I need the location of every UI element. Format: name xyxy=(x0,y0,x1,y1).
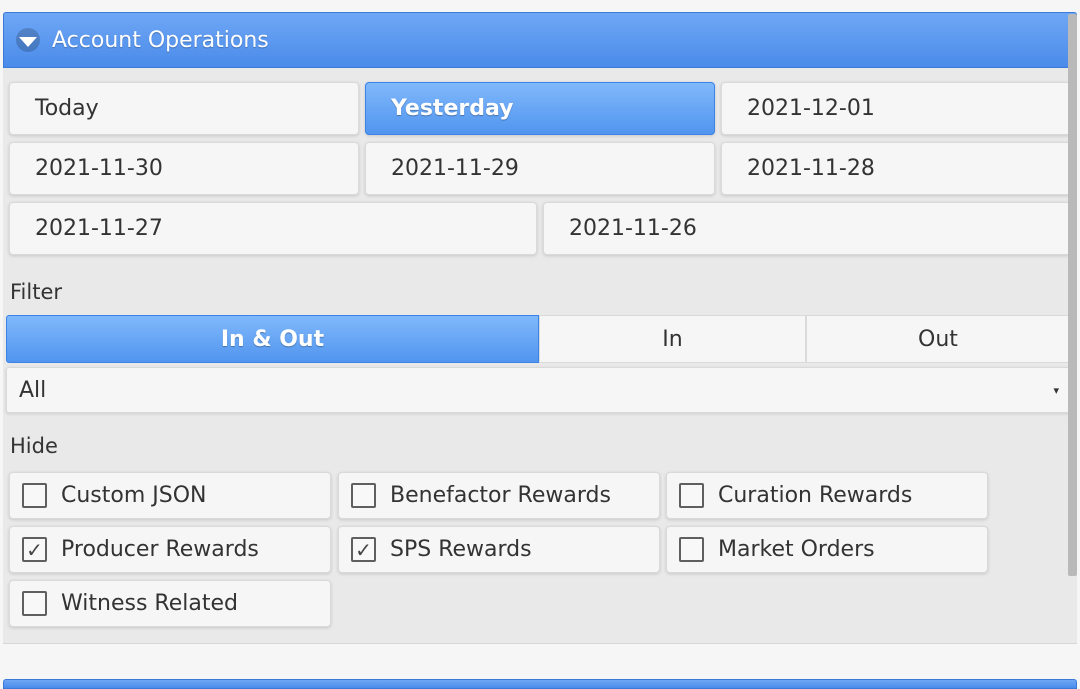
hide-option-market-orders[interactable]: Market Orders xyxy=(666,526,988,573)
hide-option-label: Witness Related xyxy=(61,591,238,616)
hide-option-benefactor-rewards[interactable]: Benefactor Rewards xyxy=(338,472,660,519)
chevron-down-icon: ▾ xyxy=(1053,384,1059,397)
filter-segment-in[interactable]: In xyxy=(539,315,806,363)
date-button-2021-11-28[interactable]: 2021-11-28 xyxy=(721,142,1071,195)
next-panel-header[interactable] xyxy=(3,679,1077,689)
hide-label: Hide xyxy=(10,434,58,458)
checkbox-checked-icon[interactable]: ✓ xyxy=(351,537,376,562)
checkbox-unchecked-icon[interactable] xyxy=(351,483,376,508)
account-operations-panel: Account Operations Today Yesterday 2021-… xyxy=(3,12,1077,644)
hide-option-curation-rewards[interactable]: Curation Rewards xyxy=(666,472,988,519)
hide-option-label: Producer Rewards xyxy=(61,537,259,562)
select-value: All xyxy=(19,377,47,403)
date-button-2021-11-27[interactable]: 2021-11-27 xyxy=(9,202,537,255)
checkbox-unchecked-icon[interactable] xyxy=(679,537,704,562)
date-button-today[interactable]: Today xyxy=(9,82,359,135)
date-button-2021-11-29[interactable]: 2021-11-29 xyxy=(365,142,715,195)
panel-header[interactable]: Account Operations xyxy=(3,12,1077,68)
operation-type-select[interactable]: All ▾ xyxy=(6,367,1070,413)
date-button-2021-11-26[interactable]: 2021-11-26 xyxy=(543,202,1071,255)
filter-segment-in-and-out[interactable]: In & Out xyxy=(6,315,539,363)
filter-label: Filter xyxy=(10,280,63,304)
hide-option-sps-rewards[interactable]: ✓ SPS Rewards xyxy=(338,526,660,573)
checkbox-checked-icon[interactable]: ✓ xyxy=(22,537,47,562)
checkbox-unchecked-icon[interactable] xyxy=(22,591,47,616)
date-button-2021-11-30[interactable]: 2021-11-30 xyxy=(9,142,359,195)
hide-option-label: Curation Rewards xyxy=(718,483,913,508)
checkbox-unchecked-icon[interactable] xyxy=(22,483,47,508)
hide-option-custom-json[interactable]: Custom JSON xyxy=(9,472,331,519)
hide-option-witness-related[interactable]: Witness Related xyxy=(9,580,331,627)
hide-option-label: Benefactor Rewards xyxy=(390,483,611,508)
date-button-yesterday[interactable]: Yesterday xyxy=(365,82,715,135)
checkbox-unchecked-icon[interactable] xyxy=(679,483,704,508)
triangle-down-icon[interactable] xyxy=(16,28,40,52)
hide-option-label: Custom JSON xyxy=(61,483,207,508)
panel-title: Account Operations xyxy=(52,27,269,53)
scrollbar[interactable] xyxy=(1068,14,1077,576)
hide-option-producer-rewards[interactable]: ✓ Producer Rewards xyxy=(9,526,331,573)
date-button-2021-12-01[interactable]: 2021-12-01 xyxy=(721,82,1071,135)
hide-option-label: Market Orders xyxy=(718,537,875,562)
filter-segment-out[interactable]: Out xyxy=(806,315,1070,363)
hide-option-label: SPS Rewards xyxy=(390,537,532,562)
